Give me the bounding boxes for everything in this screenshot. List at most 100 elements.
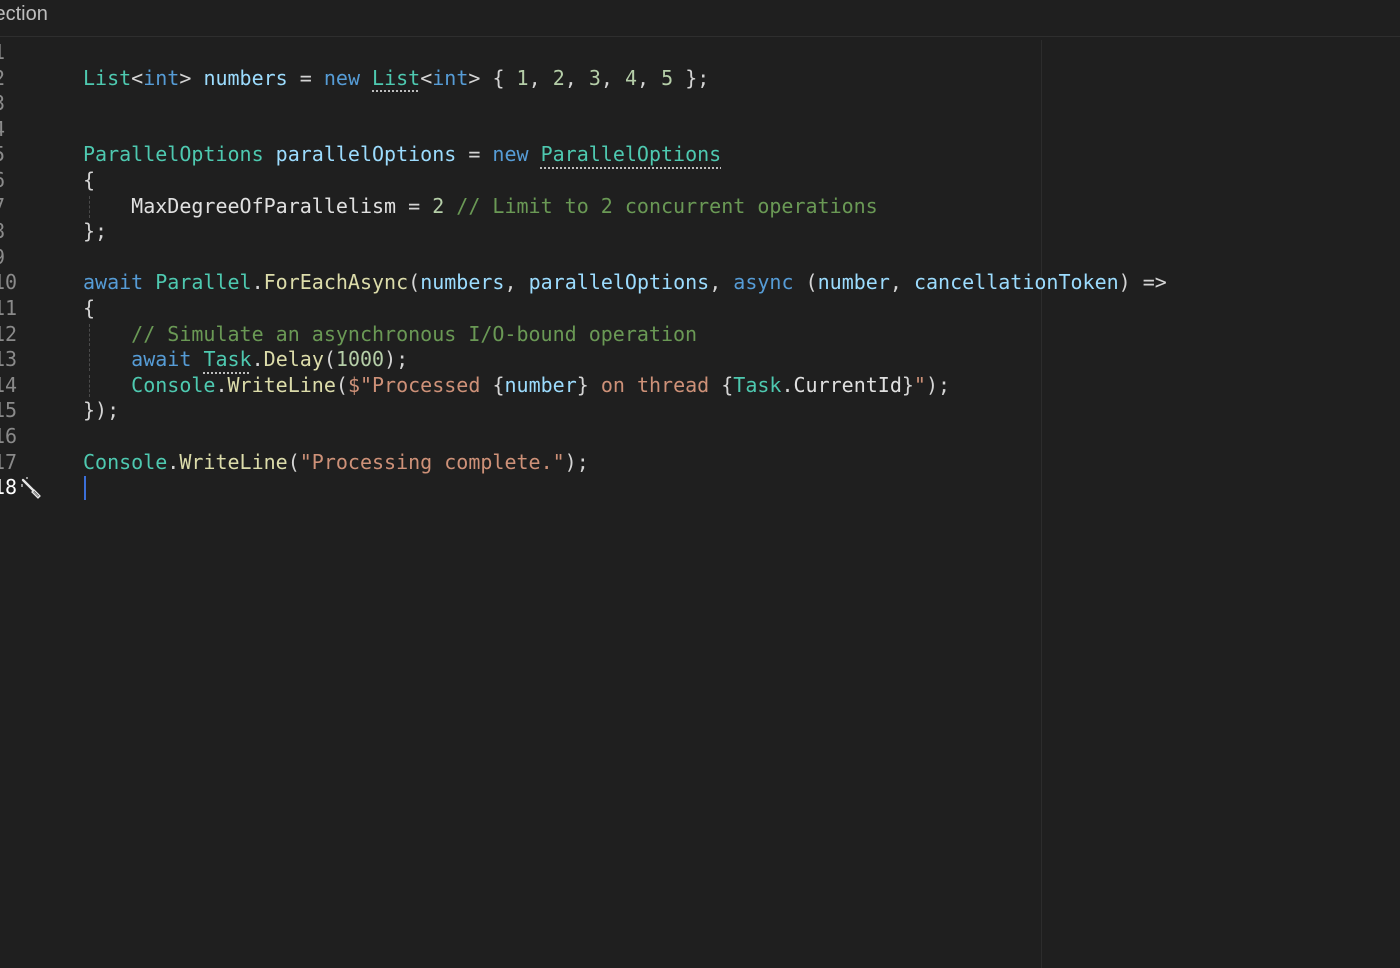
editor-tab-header: lection [0, 0, 1400, 37]
line-number: 5 [0, 142, 17, 168]
text-cursor [84, 476, 86, 501]
code-line[interactable]: 18 [0, 475, 1400, 501]
punctuation-token: ( [287, 449, 300, 474]
code-line[interactable]: 3 [0, 91, 1400, 117]
type-token: List [372, 65, 421, 90]
code-line[interactable]: 15}); [0, 398, 1400, 424]
code-text[interactable]: { [83, 296, 95, 322]
code-line[interactable]: 12 // Simulate an asynchronous I/O-bound… [0, 322, 1400, 348]
code-text[interactable]: { [83, 168, 95, 194]
keyword-token: new [323, 65, 360, 90]
punctuation-token: ); [925, 372, 951, 397]
code-line[interactable]: 16 [0, 424, 1400, 450]
type-token: ParallelOptions [540, 142, 722, 167]
type-token: Parallel [155, 270, 252, 295]
code-line[interactable]: 7 MaxDegreeOfParallelism = 2 // Limit to… [0, 194, 1400, 220]
number-token: 2 [552, 65, 565, 90]
line-number: 4 [0, 117, 17, 143]
punctuation-token: ); [384, 347, 409, 372]
code-line[interactable]: 9 [0, 245, 1400, 271]
line-number: 8 [0, 219, 17, 245]
punctuation-token: , [637, 65, 662, 90]
code-text[interactable]: }); [83, 398, 119, 424]
punctuation-token: . [251, 270, 264, 295]
punctuation-token: < [131, 65, 144, 90]
code-line[interactable]: 5 ParallelOptions parallelOptions = new P… [0, 142, 1400, 168]
code-line[interactable]: 11 { [0, 296, 1400, 322]
number-token: 4 [624, 65, 638, 90]
punctuation-token: . [251, 347, 264, 372]
punctuation-token: { [83, 295, 96, 320]
code-text[interactable]: Console.WriteLine("Processing complete."… [83, 450, 589, 476]
number-token: 1 [516, 65, 529, 90]
code-line[interactable]: 10await Parallel.ForEachAsync(numbers, p… [0, 270, 1400, 296]
type-token: Task [733, 372, 782, 397]
keyword-token: int [143, 65, 180, 90]
line-number: 6 [0, 168, 17, 194]
comment-token: // Limit to 2 concurrent operations [444, 193, 878, 218]
code-line[interactable]: 1 [0, 40, 1400, 66]
code-line[interactable]: 17 Console.WriteLine("Processing complete… [0, 450, 1400, 476]
code-text[interactable]: await Parallel.ForEachAsync(numbers, par… [83, 270, 1167, 296]
type-token: Console [131, 372, 216, 397]
punctuation-token: ( [335, 372, 348, 397]
punctuation-token [360, 66, 372, 90]
function-token: Delay [263, 347, 324, 372]
line-number: 3 [0, 91, 17, 117]
keyword-token: new [492, 142, 529, 167]
line-number: 9 [0, 245, 17, 271]
punctuation-token [143, 270, 155, 294]
code-text[interactable]: await Task.Delay(1000); [83, 347, 408, 373]
code-text[interactable]: ParallelOptions parallelOptions = new Pa… [83, 142, 721, 168]
punctuation-token: { [721, 372, 734, 397]
punctuation-token: } [901, 372, 914, 397]
tab-title[interactable]: lection [0, 3, 48, 26]
string-token: "Processing complete." [299, 449, 565, 474]
code-text[interactable]: Console.WriteLine($"Processed {number} o… [83, 373, 950, 399]
function-token: ForEachAsync [263, 270, 409, 295]
punctuation-token: . [167, 449, 180, 474]
code-line[interactable]: 14 Console.WriteLine($"Processed {number… [0, 373, 1400, 399]
type-token: List [83, 65, 132, 90]
line-number: 14 [0, 372, 18, 397]
number-token: 5 [661, 65, 674, 90]
punctuation-token: } [576, 372, 589, 397]
code-line[interactable]: 8}; [0, 219, 1400, 245]
code-text[interactable]: // Simulate an asynchronous I/O-bound op… [83, 322, 697, 348]
string-token: on thread [588, 372, 722, 397]
punctuation-token [83, 373, 131, 397]
property-token: CurrentId [793, 372, 902, 397]
code-text[interactable]: }; [83, 219, 107, 245]
punctuation-token: ( [408, 270, 421, 295]
punctuation-token: , [709, 270, 734, 295]
punctuation-token: = [287, 65, 324, 90]
punctuation-token: = [456, 142, 493, 167]
punctuation-token: = [396, 193, 433, 218]
keyword-token: async [733, 270, 794, 295]
string-token: $"Processed [347, 372, 493, 397]
code-line[interactable]: 4 [0, 117, 1400, 143]
punctuation-token: ( [793, 270, 818, 295]
line-number: 11 [0, 295, 18, 320]
code-line[interactable]: 6{ [0, 168, 1400, 194]
line-number: 17 [0, 449, 18, 474]
punctuation-token: { [83, 167, 96, 192]
magic-wand-icon[interactable] [20, 477, 44, 500]
comment-token: // Simulate an asynchronous I/O-bound op… [83, 321, 698, 346]
punctuation-token: , [889, 270, 914, 295]
punctuation-token: { [492, 372, 505, 397]
code-editor[interactable]: 12List<int> numbers = new List<int> { 1,… [0, 40, 1400, 968]
punctuation-token: ) => [1118, 270, 1167, 295]
punctuation-token [191, 347, 203, 371]
keyword-token: await [131, 347, 192, 372]
variable-token: parallelOptions [275, 142, 457, 167]
code-line[interactable]: 13 await Task.Delay(1000); [0, 347, 1400, 373]
function-token: WriteLine [227, 372, 336, 397]
code-text[interactable]: MaxDegreeOfParallelism = 2 // Limit to 2… [83, 194, 878, 220]
punctuation-token: , [600, 65, 625, 90]
type-token: Task [203, 347, 252, 372]
punctuation-token: . [781, 372, 794, 397]
property-token: MaxDegreeOfParallelism [83, 193, 397, 218]
code-line[interactable]: 2List<int> numbers = new List<int> { 1, … [0, 66, 1400, 92]
code-text[interactable]: List<int> numbers = new List<int> { 1, 2… [83, 66, 709, 92]
